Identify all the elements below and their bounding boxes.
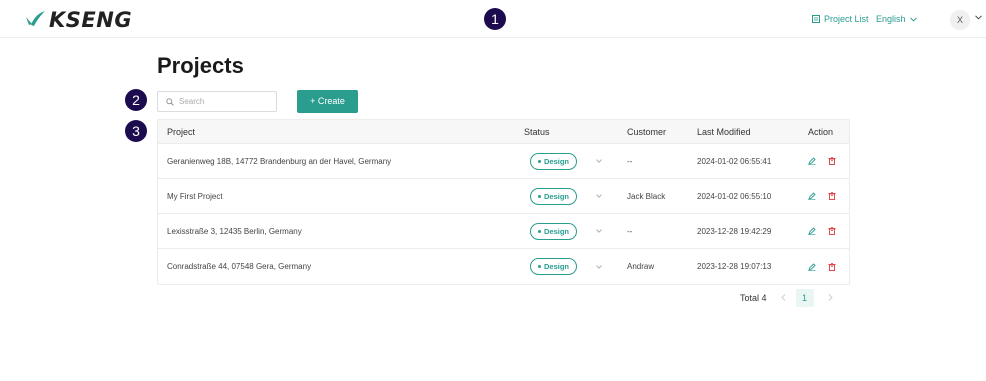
column-header-last-modified: Last Modified bbox=[697, 126, 751, 137]
customer-name: -- bbox=[627, 226, 633, 236]
user-avatar[interactable]: X bbox=[950, 10, 970, 30]
delete-icon[interactable] bbox=[828, 192, 836, 200]
status-dropdown[interactable] bbox=[596, 179, 602, 213]
edit-icon[interactable] bbox=[808, 192, 816, 200]
status-badge[interactable]: Design bbox=[530, 144, 578, 178]
status-label: Design bbox=[544, 191, 570, 201]
project-name[interactable]: Lexisstraße 3, 12435 Berlin, Germany bbox=[167, 214, 302, 248]
column-header-status: Status bbox=[524, 126, 550, 137]
row-actions bbox=[808, 214, 836, 248]
status-badge[interactable]: Design bbox=[530, 179, 578, 213]
project-list-label: Project List bbox=[824, 14, 869, 24]
search-input[interactable] bbox=[179, 97, 269, 106]
chevron-down-icon[interactable] bbox=[596, 229, 602, 233]
chevron-down-icon[interactable] bbox=[975, 15, 982, 20]
status-badge[interactable]: Design bbox=[530, 214, 578, 248]
delete-icon[interactable] bbox=[828, 227, 836, 235]
column-header-customer: Customer bbox=[627, 126, 667, 137]
edit-icon[interactable] bbox=[808, 157, 816, 165]
project-name[interactable]: My First Project bbox=[167, 179, 223, 213]
edit-icon[interactable] bbox=[808, 227, 816, 235]
last-modified: 2024-01-02 06:55:10 bbox=[697, 191, 772, 201]
status-label: Design bbox=[544, 156, 570, 166]
page-title: Projects bbox=[157, 53, 244, 78]
table-row[interactable]: My First Project Design Jack Black 2024-… bbox=[158, 179, 849, 214]
row-actions bbox=[808, 179, 836, 213]
status-label: Design bbox=[544, 226, 570, 236]
status-badge[interactable]: Design bbox=[530, 249, 578, 284]
marker-3: 3 bbox=[125, 120, 147, 142]
pagination-total: Total 4 bbox=[740, 293, 767, 303]
table-row[interactable]: Conradstraße 44, 07548 Gera, Germany Des… bbox=[158, 249, 849, 284]
status-dropdown[interactable] bbox=[596, 214, 602, 248]
delete-icon[interactable] bbox=[828, 157, 836, 165]
project-list-link[interactable]: Project List bbox=[812, 14, 869, 24]
table-header: Project Status Customer Last Modified Ac… bbox=[158, 120, 849, 144]
language-select[interactable]: English bbox=[876, 14, 917, 24]
table-row[interactable]: Geranienweg 18B, 14772 Brandenburg an de… bbox=[158, 144, 849, 179]
pagination: Total 4 1 bbox=[740, 289, 833, 307]
customer-name: Andraw bbox=[627, 262, 655, 271]
status-dropdown[interactable] bbox=[596, 249, 602, 284]
chevron-down-icon[interactable] bbox=[596, 264, 602, 269]
project-name[interactable]: Conradstraße 44, 07548 Gera, Germany bbox=[167, 249, 311, 284]
delete-icon[interactable] bbox=[828, 262, 836, 271]
page-number-current[interactable]: 1 bbox=[795, 289, 814, 307]
create-button[interactable]: + Create bbox=[297, 90, 358, 113]
projects-table: Project Status Customer Last Modified Ac… bbox=[157, 119, 850, 285]
marker-2: 2 bbox=[125, 89, 147, 111]
row-actions bbox=[808, 249, 836, 284]
chevron-down-icon[interactable] bbox=[596, 194, 602, 198]
last-modified: 2023-12-28 19:42:29 bbox=[697, 226, 772, 236]
logo[interactable]: KSENG bbox=[24, 9, 132, 31]
chevron-down-icon[interactable] bbox=[596, 159, 602, 163]
last-modified: 2024-01-02 06:55:41 bbox=[697, 156, 772, 166]
project-name[interactable]: Geranienweg 18B, 14772 Brandenburg an de… bbox=[167, 144, 391, 178]
kseng-leaf-logo-icon bbox=[26, 11, 45, 26]
list-icon bbox=[812, 15, 820, 23]
next-page-button[interactable] bbox=[828, 293, 833, 303]
column-header-project: Project bbox=[167, 126, 196, 137]
column-header-action: Action bbox=[808, 126, 834, 137]
table-row[interactable]: Lexisstraße 3, 12435 Berlin, Germany Des… bbox=[158, 214, 849, 249]
status-dropdown[interactable] bbox=[596, 144, 602, 178]
chevron-right-icon bbox=[828, 294, 833, 301]
edit-icon[interactable] bbox=[808, 262, 816, 271]
last-modified: 2023-12-28 19:07:13 bbox=[697, 262, 772, 271]
customer-name: -- bbox=[627, 156, 633, 166]
chevron-down-icon bbox=[909, 16, 917, 22]
logo-text: KSENG bbox=[49, 8, 133, 32]
marker-1: 1 bbox=[484, 8, 506, 30]
status-label: Design bbox=[544, 262, 570, 271]
search-box[interactable] bbox=[157, 91, 277, 112]
chevron-left-icon bbox=[780, 294, 785, 301]
language-label: English bbox=[876, 14, 906, 24]
prev-page-button[interactable] bbox=[780, 293, 786, 303]
row-actions bbox=[808, 144, 836, 178]
customer-name: Jack Black bbox=[627, 191, 666, 201]
search-icon bbox=[166, 97, 174, 106]
